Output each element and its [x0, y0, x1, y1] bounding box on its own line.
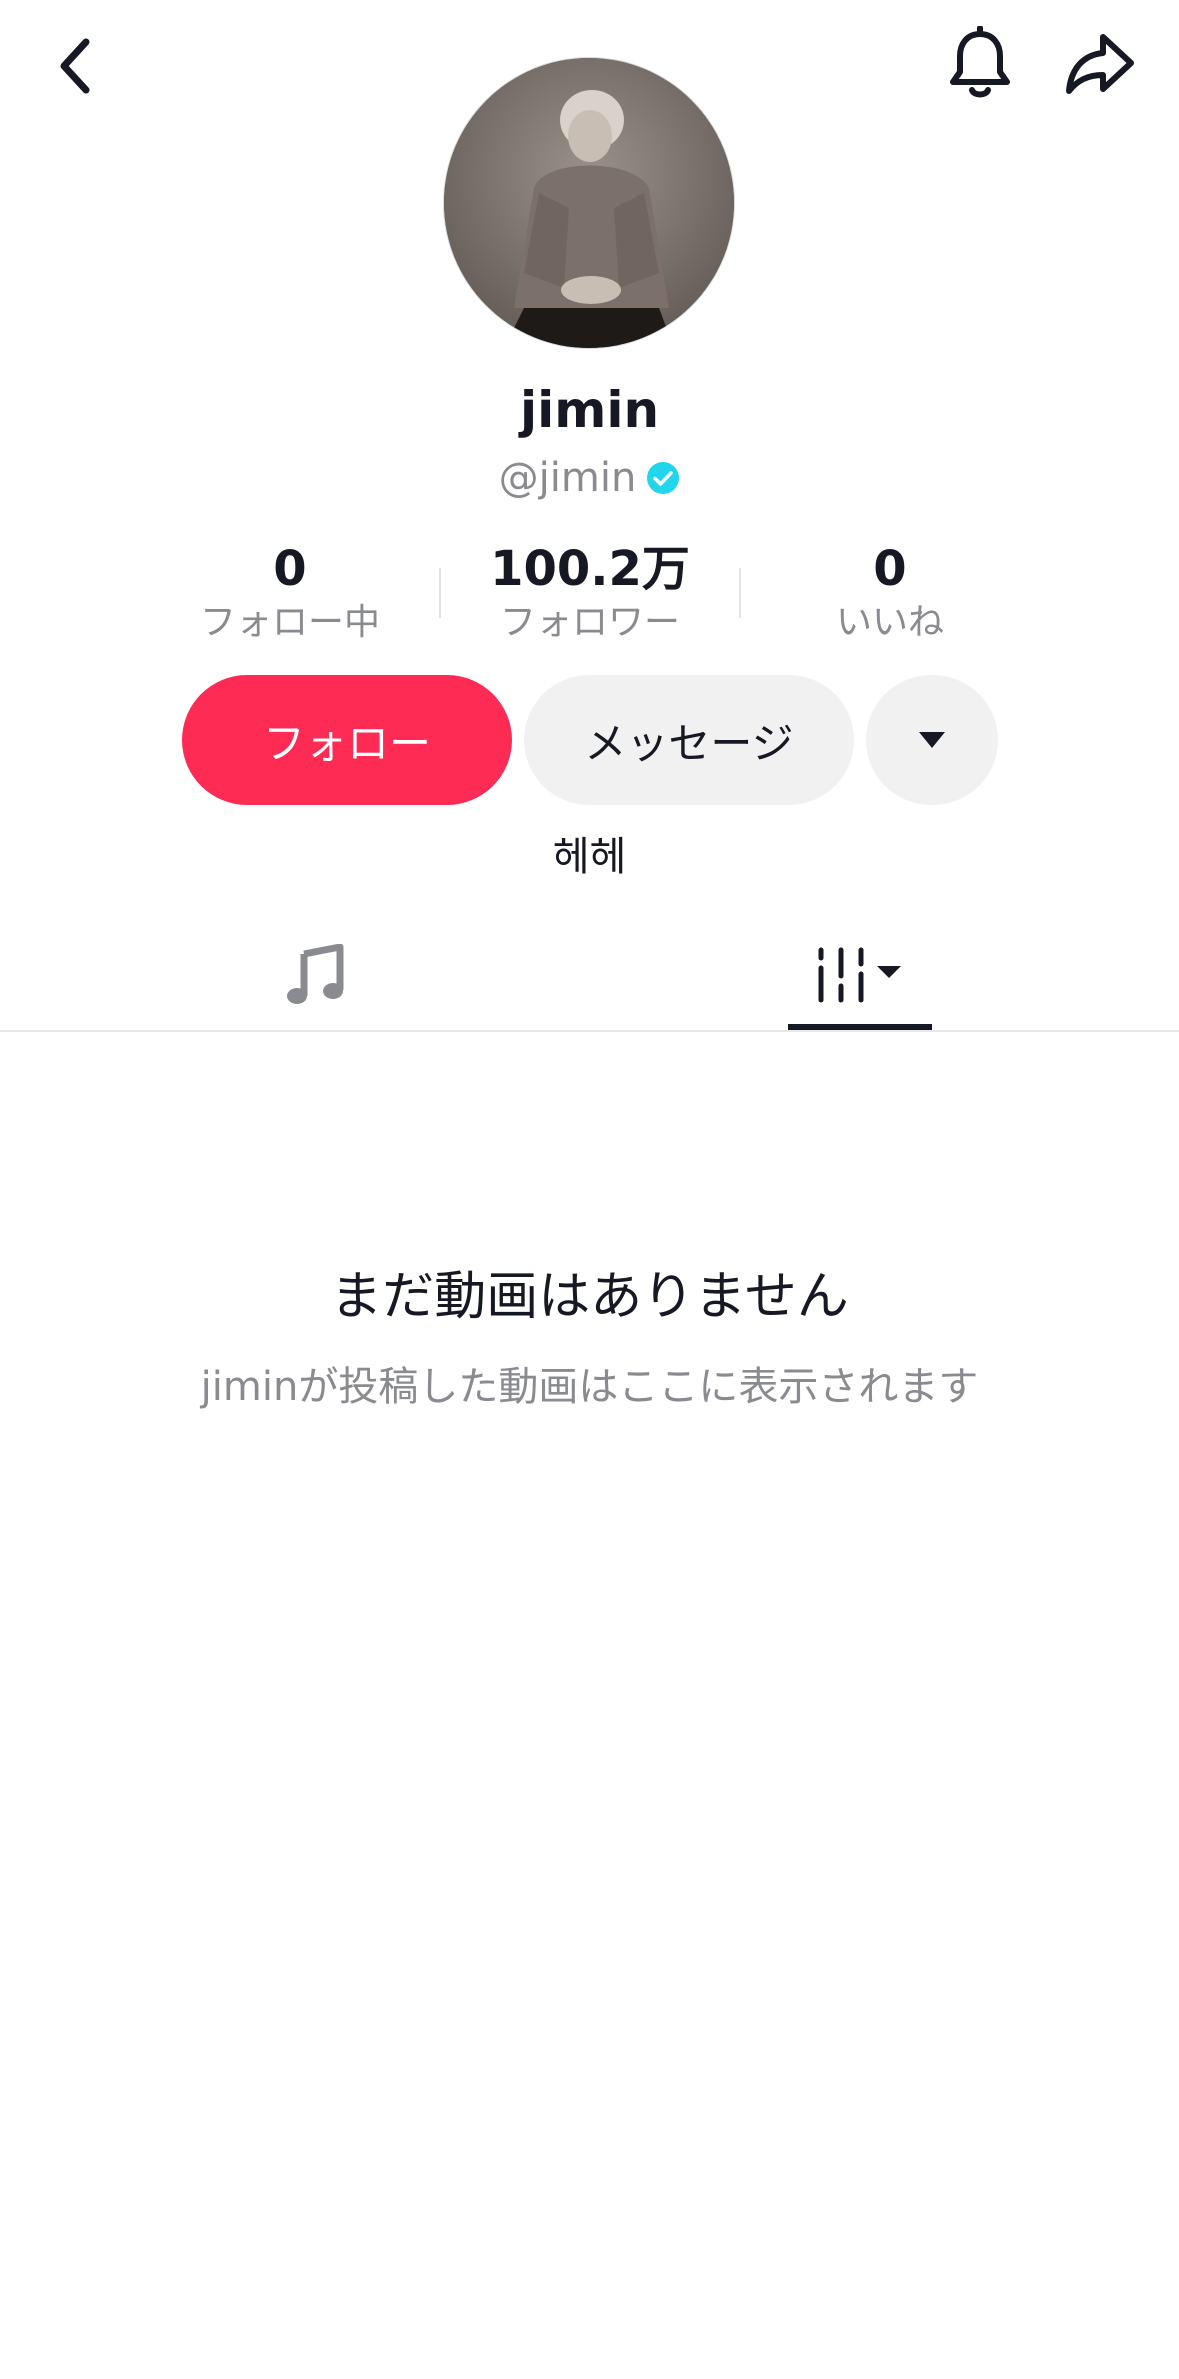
grid-filter-icon: [818, 947, 901, 1003]
followers-stat[interactable]: 100.2万 フォロワー: [440, 538, 740, 646]
suggested-accounts-button[interactable]: [866, 675, 998, 805]
empty-state-title: まだ動画はありません: [330, 1267, 849, 1327]
message-button[interactable]: メッセージ: [524, 675, 854, 805]
notification-bell-button[interactable]: [940, 24, 1020, 104]
share-button[interactable]: [1060, 24, 1140, 104]
profile-stats: 0 フォロー中 100.2万 フォロワー 0 いいね: [140, 538, 1040, 648]
bio-text: 헤헤: [552, 834, 627, 880]
following-count: 0: [273, 541, 307, 597]
handle-row: @jimin: [0, 448, 1179, 508]
follow-button-label: フォロー: [262, 718, 431, 768]
likes-label: いいね: [835, 602, 944, 643]
likes-count: 0: [873, 541, 907, 597]
empty-state-subtitle: jiminが投稿した動画はここに表示されます: [200, 1364, 979, 1410]
avatar[interactable]: [444, 58, 734, 348]
username-handle: @jimin: [498, 455, 637, 501]
tab-divider: [0, 1030, 1179, 1032]
back-button[interactable]: [36, 26, 116, 106]
followers-count: 100.2万: [490, 541, 690, 597]
verified-badge-icon: [647, 462, 680, 494]
followers-label: フォロワー: [499, 602, 680, 643]
tab-videos[interactable]: [788, 920, 932, 1030]
following-label: フォロー中: [199, 602, 380, 643]
music-note-icon: [287, 944, 344, 1004]
message-button-label: メッセージ: [584, 718, 794, 768]
share-arrow-icon: [1066, 34, 1134, 94]
bell-icon: [950, 26, 1010, 98]
back-chevron-icon: [60, 38, 90, 94]
following-stat[interactable]: 0 フォロー中: [140, 538, 440, 646]
profile-photo: [444, 58, 734, 348]
likes-stat[interactable]: 0 いいね: [740, 538, 1040, 646]
display-name: jimin: [519, 381, 660, 439]
tab-music[interactable]: [236, 920, 396, 1030]
caret-down-icon: [919, 732, 945, 748]
follow-button[interactable]: フォロー: [182, 675, 512, 805]
